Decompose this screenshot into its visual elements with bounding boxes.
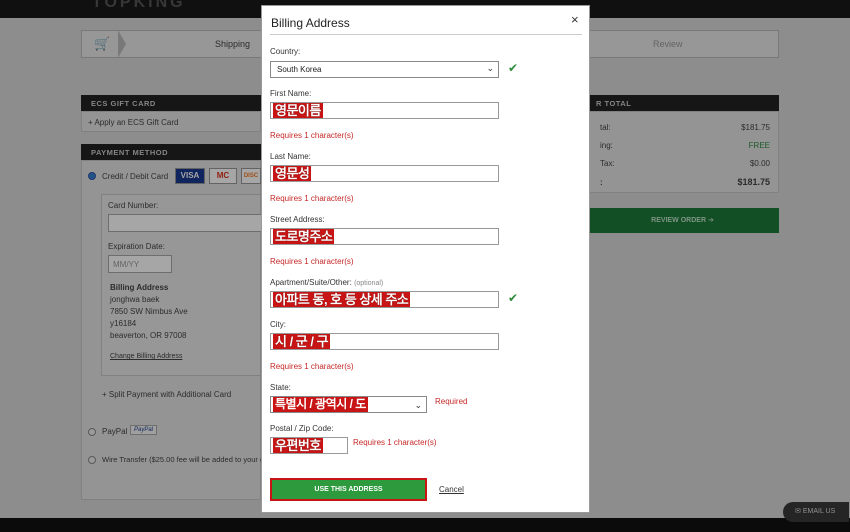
state-label: State: xyxy=(270,383,291,392)
street-input[interactable]: 도로명주소 xyxy=(270,228,499,245)
city-error: Requires 1 character(s) xyxy=(270,362,354,371)
apartment-label: Apartment/Suite/Other: (optional) xyxy=(270,278,383,287)
apartment-value: 아파트 동, 호 등 상세 주소 xyxy=(273,292,411,307)
last-name-input[interactable]: 영문성 xyxy=(270,165,499,182)
first-name-error: Requires 1 character(s) xyxy=(270,131,354,140)
check-icon: ✔ xyxy=(508,291,519,305)
postal-label: Postal / Zip Code: xyxy=(270,424,334,433)
country-select[interactable]: South Korea ⌄ xyxy=(270,61,499,78)
city-value: 시 / 군 / 구 xyxy=(273,334,331,349)
chevron-down-icon: ⌄ xyxy=(486,63,494,73)
street-label: Street Address: xyxy=(270,215,325,224)
country-label: Country: xyxy=(270,47,301,56)
postal-value: 우편번호 xyxy=(273,438,323,453)
street-error: Requires 1 character(s) xyxy=(270,257,354,266)
state-value: 특별시 / 광역시 / 도 xyxy=(273,397,368,412)
state-select[interactable]: 특별시 / 광역시 / 도 ⌄ xyxy=(270,396,427,413)
check-icon: ✔ xyxy=(508,61,519,75)
country-value: South Korea xyxy=(277,65,322,74)
title-divider xyxy=(270,34,582,35)
apartment-label-text: Apartment/Suite/Other: xyxy=(270,278,352,287)
checkout-screen: TOPKING 🛒 Shipping Review ECS GIFT CARD … xyxy=(0,0,850,532)
postal-error: Requires 1 character(s) xyxy=(353,438,437,447)
apartment-input[interactable]: 아파트 동, 호 등 상세 주소 xyxy=(270,291,499,308)
cancel-link[interactable]: Cancel xyxy=(439,485,464,494)
first-name-label: First Name: xyxy=(270,89,312,98)
state-error: Required xyxy=(435,397,468,406)
use-this-address-button[interactable]: USE THIS ADDRESS xyxy=(270,478,427,501)
chevron-down-icon: ⌄ xyxy=(414,400,422,410)
optional-tag: (optional) xyxy=(354,280,384,287)
city-label: City: xyxy=(270,320,286,329)
city-input[interactable]: 시 / 군 / 구 xyxy=(270,333,499,350)
modal-title: Billing Address xyxy=(271,16,350,30)
billing-address-modal: Billing Address × Country: South Korea ⌄… xyxy=(261,5,590,513)
first-name-input[interactable]: 영문이름 xyxy=(270,102,499,119)
close-icon[interactable]: × xyxy=(571,12,579,27)
postal-input[interactable]: 우편번호 xyxy=(270,437,348,454)
last-name-error: Requires 1 character(s) xyxy=(270,194,354,203)
last-name-value: 영문성 xyxy=(273,166,312,181)
first-name-value: 영문이름 xyxy=(273,103,323,118)
last-name-label: Last Name: xyxy=(270,152,311,161)
street-value: 도로명주소 xyxy=(273,229,335,244)
